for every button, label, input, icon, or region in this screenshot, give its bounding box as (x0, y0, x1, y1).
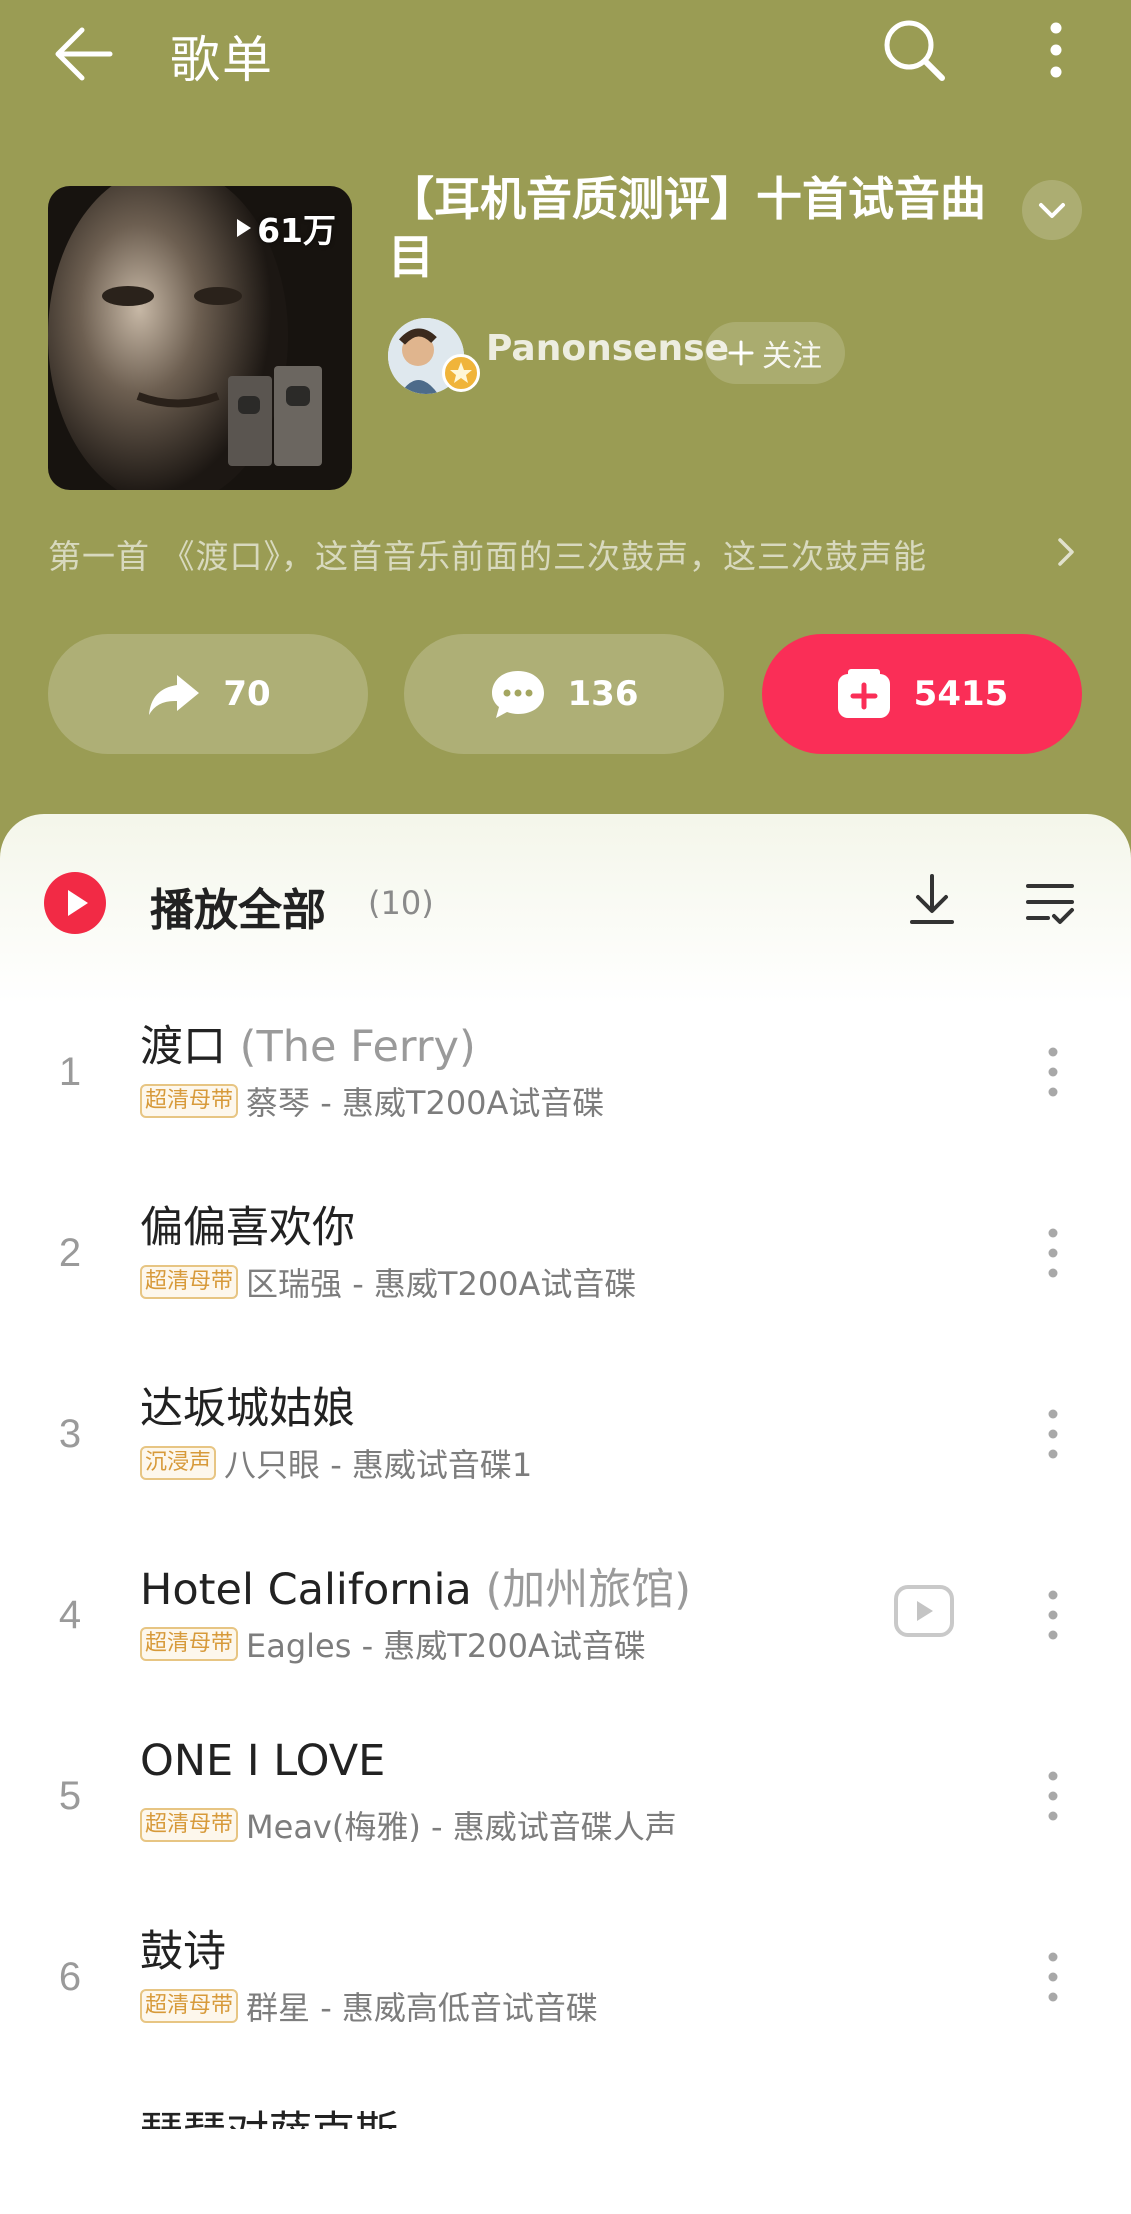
song-title: ONE I LOVE (140, 1736, 385, 1786)
page-title: 歌单 (170, 31, 274, 89)
quality-tag: 超清母带 (140, 1989, 239, 2023)
song-index: 3 (58, 1412, 82, 1456)
play-circle-icon[interactable] (44, 872, 106, 934)
mv-play-icon[interactable] (894, 1585, 954, 1637)
more-vertical-icon[interactable] (1036, 1587, 1070, 1643)
song-row[interactable]: 4 Hotel California (加州旅馆) 超清母带 Eagles - 惠… (0, 1555, 1131, 1736)
song-name: 达坂城姑娘 (140, 1384, 355, 1434)
song-row[interactable]: 1 渡口 (The Ferry) 超清母带 蔡琴 - 惠威T200A试音碟 (0, 1012, 1131, 1193)
song-subtitle: 超清母带 Eagles - 惠威T200A试音碟 (140, 1621, 646, 1667)
more-vertical-icon[interactable] (1036, 1225, 1070, 1281)
collect-count: 5415 (913, 674, 1009, 714)
chevron-right-icon[interactable] (1048, 530, 1084, 574)
download-icon[interactable] (904, 870, 960, 934)
comment-count: 136 (567, 674, 639, 714)
song-title: Hotel California (加州旅馆) (140, 1555, 691, 1617)
song-index: 5 (58, 1774, 82, 1818)
song-subtitle: 超清母带 群星 - 惠威高低音试音碟 (140, 1983, 598, 2029)
play-all-button[interactable]: 播放全部 (150, 874, 326, 938)
song-index: 6 (58, 1955, 82, 1999)
song-title: 琵琶对萨克斯 (140, 2098, 398, 2129)
artist-album: 八只眼 - 惠威试音碟1 (224, 1446, 533, 1484)
share-arrow-icon (149, 675, 200, 715)
song-subtitle: 超清母带 区瑞强 - 惠威T200A试音碟 (140, 1259, 636, 1305)
play-triangle-icon (237, 219, 252, 237)
song-index: 1 (58, 1050, 82, 1094)
quality-tag: 沉浸声 (140, 1446, 217, 1480)
chevron-down-icon[interactable] (1022, 180, 1082, 240)
artist-album: Meav(梅雅) - 惠威试音碟人声 (246, 1808, 677, 1846)
quality-tag: 超清母带 (140, 1627, 239, 1661)
artist-album: 蔡琴 - 惠威T200A试音碟 (246, 1084, 605, 1122)
vip-badge-icon (442, 354, 480, 392)
song-title: 渡口 (The Ferry) (140, 1012, 476, 1074)
more-vertical-icon[interactable] (1036, 1044, 1070, 1100)
more-vertical-icon[interactable] (1036, 1949, 1070, 2005)
song-name: 琵琶对萨克斯 (140, 2108, 398, 2129)
multi-select-list-icon[interactable] (1022, 872, 1078, 932)
song-name: 鼓诗 (140, 1927, 226, 1977)
share-button[interactable]: 70 (48, 634, 368, 754)
song-subtitle: 超清母带 蔡琴 - 惠威T200A试音碟 (140, 1078, 604, 1124)
song-row[interactable]: 3 达坂城姑娘 沉浸声 八只眼 - 惠威试音碟1 (0, 1374, 1131, 1555)
top-bar: 歌单 (0, 0, 1131, 110)
song-alias: (The Ferry) (239, 1022, 476, 1072)
play-count-value: 61万 (257, 211, 336, 250)
song-row[interactable]: 5 ONE I LOVE 超清母带 Meav(梅雅) - 惠威试音碟人声 (0, 1736, 1131, 1917)
song-row[interactable]: 2 偏偏喜欢你 超清母带 区瑞强 - 惠威T200A试音碟 (0, 1193, 1131, 1374)
song-title: 达坂城姑娘 (140, 1374, 355, 1436)
song-row[interactable]: 琵琶对萨克斯 (0, 2098, 1131, 2129)
creator-name[interactable]: Panonsense (486, 328, 729, 369)
artist-album: 群星 - 惠威高低音试音碟 (246, 1989, 598, 2027)
quality-tag: 超清母带 (140, 1084, 239, 1118)
playlist-title: 【耳机音质测评】十首试音曲目 (388, 172, 986, 284)
song-index: 2 (58, 1231, 82, 1275)
collect-button[interactable]: 5415 (762, 634, 1082, 754)
song-index: 4 (58, 1593, 82, 1637)
song-alias: (加州旅馆) (485, 1565, 691, 1615)
follow-label: 关注 (762, 339, 822, 374)
quality-tag: 超清母带 (140, 1265, 239, 1299)
playlist-cover[interactable]: 61万 (48, 186, 352, 490)
more-vertical-icon[interactable] (1024, 14, 1088, 86)
song-title: 鼓诗 (140, 1917, 226, 1979)
song-subtitle: 超清母带 Meav(梅雅) - 惠威试音碟人声 (140, 1802, 677, 1848)
song-name: 渡口 (140, 1022, 226, 1072)
artist-album: Eagles - 惠威T200A试音碟 (246, 1627, 646, 1665)
more-vertical-icon[interactable] (1036, 1406, 1070, 1462)
song-name: ONE I LOVE (140, 1736, 386, 1786)
song-subtitle: 沉浸声 八只眼 - 惠威试音碟1 (140, 1440, 532, 1486)
collect-box-icon (837, 669, 890, 718)
comment-bubble-icon (491, 671, 544, 718)
playlist-description[interactable]: 第一首 《渡口》，这首音乐前面的三次鼓声，这三次鼓声能 (48, 530, 1008, 578)
song-name: 偏偏喜欢你 (140, 1203, 355, 1253)
search-icon[interactable] (878, 14, 950, 86)
song-name: Hotel California (140, 1565, 472, 1615)
more-vertical-icon[interactable] (1036, 1768, 1070, 1824)
artist-album: 区瑞强 - 惠威T200A试音碟 (246, 1265, 637, 1303)
comment-button[interactable]: 136 (404, 634, 724, 754)
play-count: 61万 (235, 204, 336, 252)
follow-button[interactable]: 关注 (705, 322, 845, 384)
back-arrow-icon[interactable] (48, 18, 120, 90)
song-title: 偏偏喜欢你 (140, 1193, 355, 1255)
share-count: 70 (223, 674, 271, 714)
song-row[interactable]: 6 鼓诗 超清母带 群星 - 惠威高低音试音碟 (0, 1917, 1131, 2098)
song-count: (10) (368, 884, 434, 922)
plus-icon (728, 340, 754, 366)
quality-tag: 超清母带 (140, 1808, 239, 1842)
